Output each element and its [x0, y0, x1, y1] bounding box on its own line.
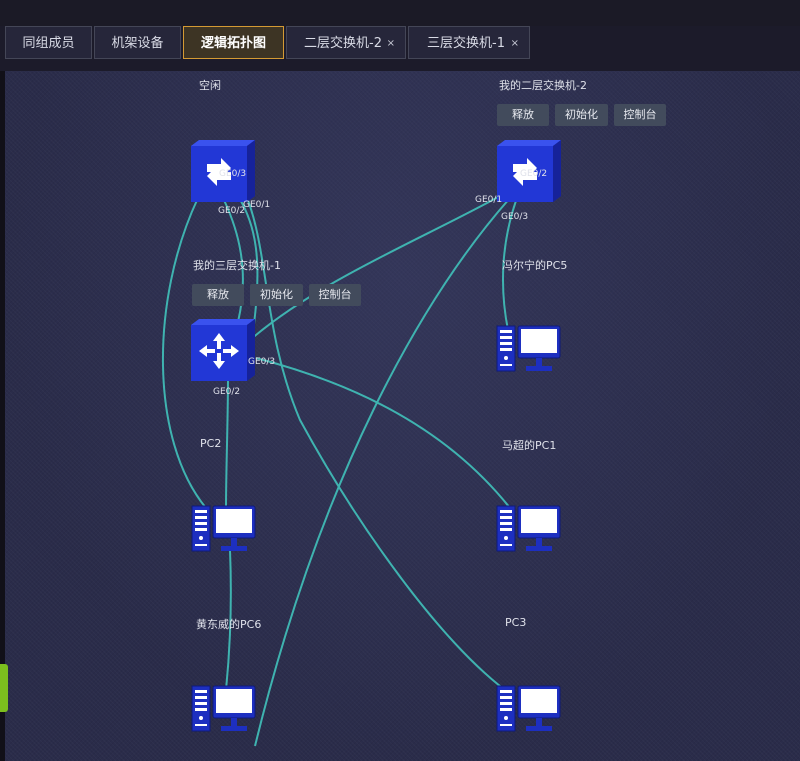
release-button[interactable]: 释放: [192, 284, 244, 306]
port-label: GE0/2: [218, 206, 246, 216]
tab-label: 二层交换机-2: [304, 36, 382, 51]
device-label-pc5: 冯尔宁的PC5: [502, 259, 568, 272]
tab-l2-switch-2[interactable]: 二层交换机-2 ×: [286, 26, 406, 59]
close-icon[interactable]: ×: [387, 27, 395, 60]
pc-icon[interactable]: [496, 684, 562, 732]
side-panel-handle[interactable]: [0, 664, 8, 712]
title-bar: [0, 0, 800, 26]
tab-label: 机架设备: [111, 36, 164, 51]
tab-label: 三层交换机-1: [427, 36, 505, 51]
tab-logical-topology[interactable]: 逻辑拓扑图: [183, 26, 284, 59]
close-icon[interactable]: ×: [511, 27, 519, 60]
tab-label: 逻辑拓扑图: [200, 36, 266, 51]
tab-group-members[interactable]: 同组成员: [5, 26, 92, 59]
tab-rack-devices[interactable]: 机架设备: [94, 26, 181, 59]
device-label-pc2: PC2: [200, 437, 222, 450]
port-label: GE0/3: [501, 212, 529, 222]
pc-icon[interactable]: [191, 684, 257, 732]
device-label-pc6: 黄东威的PC6: [196, 618, 262, 631]
tab-label: 同组成员: [22, 36, 75, 51]
console-button[interactable]: 控制台: [614, 104, 666, 126]
device-label-pc1: 马超的PC1: [502, 439, 557, 452]
pc-icon[interactable]: [496, 324, 562, 372]
release-button[interactable]: 释放: [497, 104, 549, 126]
console-button[interactable]: 控制台: [309, 284, 361, 306]
device-label-l3-switch-1: 我的三层交换机-1: [193, 259, 281, 272]
port-label: GE0/3: [219, 169, 247, 179]
topology-canvas[interactable]: [5, 71, 800, 761]
port-label: GE0/1: [475, 195, 503, 205]
port-label: GE0/2: [520, 169, 548, 179]
device-label-l2-switch-2: 我的二层交换机-2: [499, 79, 587, 92]
pc-icon[interactable]: [191, 504, 257, 552]
port-label: GE0/3: [248, 357, 276, 367]
device-label-idle: 空闲: [199, 79, 221, 92]
init-button[interactable]: 初始化: [250, 284, 303, 306]
port-label: GE0/1: [243, 200, 271, 210]
pc-icon[interactable]: [496, 504, 562, 552]
tab-bar: 同组成员 机架设备 逻辑拓扑图 二层交换机-2 × 三层交换机-1 ×: [0, 26, 800, 62]
init-button[interactable]: 初始化: [555, 104, 608, 126]
tab-l3-switch-1[interactable]: 三层交换机-1 ×: [408, 26, 530, 59]
port-label: GE0/2: [213, 387, 241, 397]
device-label-pc3: PC3: [505, 616, 527, 629]
l3-switch-icon[interactable]: [191, 319, 255, 381]
